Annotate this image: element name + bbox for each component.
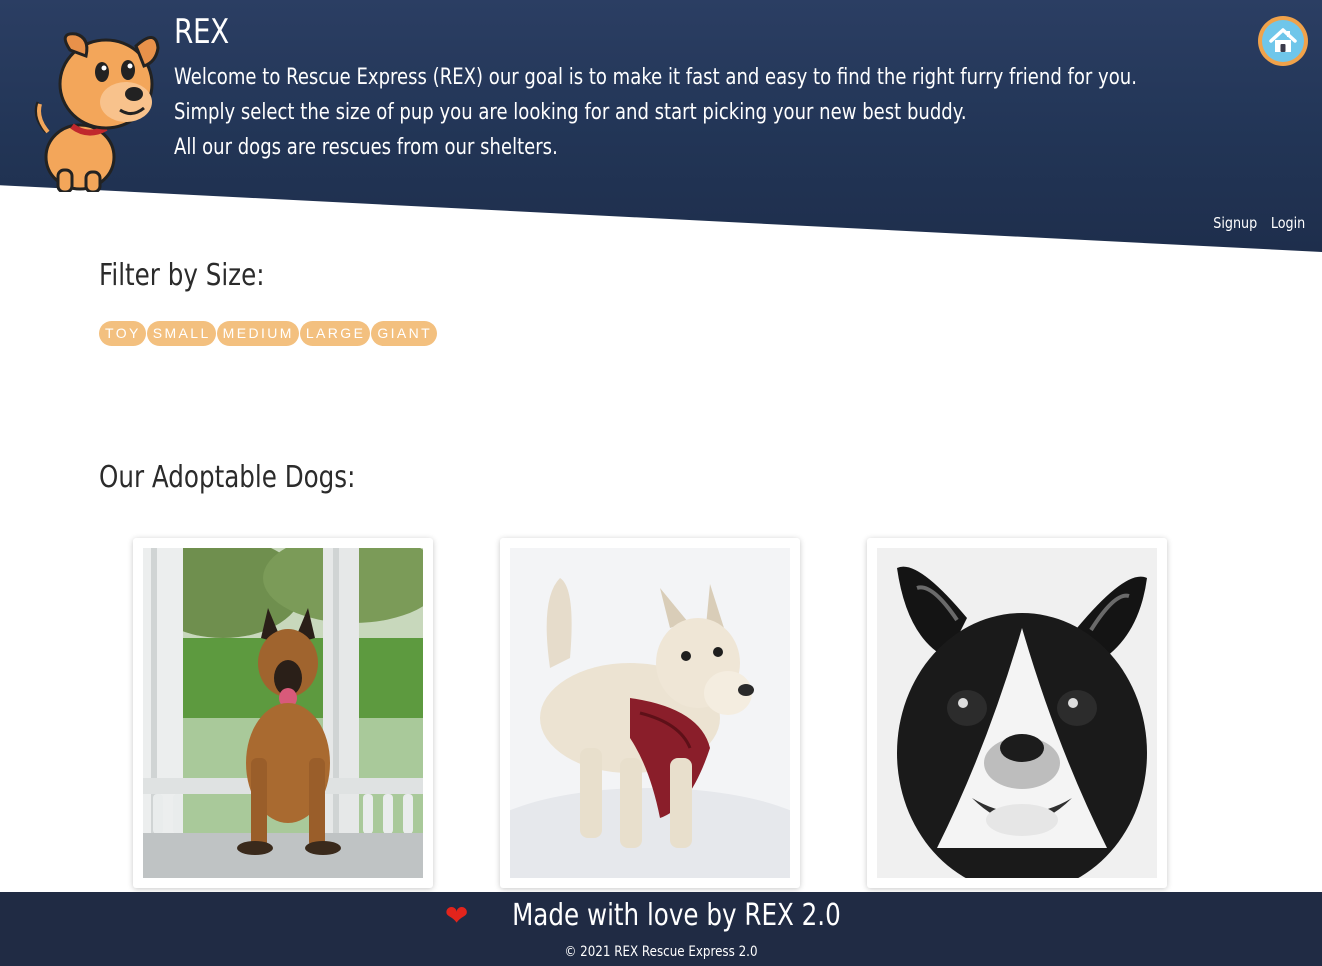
boston-terrier-photo	[877, 548, 1157, 878]
dog-card[interactable]	[500, 538, 800, 888]
intro-text: Welcome to Rescue Express (REX) our goal…	[174, 60, 1199, 165]
dog-card[interactable]	[867, 538, 1167, 888]
copyright-text: © 2021 REX Rescue Express 2.0	[564, 944, 758, 960]
intro-line: All our dogs are rescues from our shelte…	[174, 135, 558, 160]
dog-card-list	[0, 538, 1322, 898]
dog-card[interactable]	[133, 538, 433, 888]
login-link[interactable]: Login	[1271, 214, 1305, 232]
filter-chip-large[interactable]: LARGE	[299, 321, 371, 346]
signup-link[interactable]: Signup	[1213, 214, 1257, 232]
filter-title: Filter by Size:	[99, 258, 265, 293]
filter-chip-small[interactable]: SMALL	[146, 321, 216, 346]
size-filter: TOY SMALL MEDIUM LARGE GIANT	[99, 321, 438, 346]
cartoon-dog-icon	[28, 22, 168, 194]
footer-tagline: ❤ Made with love by REX 2.0	[0, 898, 1322, 933]
house-icon	[1262, 20, 1304, 62]
wheaten-scottish-terrier-photo	[510, 548, 790, 878]
page: REX Welcome to Rescue Express (REX) our …	[0, 0, 1322, 966]
belgian-malinois-photo	[143, 548, 423, 878]
home-button[interactable]	[1258, 16, 1308, 66]
footer: ❤ Made with love by REX 2.0 © 2021 REX R…	[0, 892, 1322, 966]
filter-chip-toy[interactable]: TOY	[99, 321, 146, 346]
intro-line: Welcome to Rescue Express (REX) our goal…	[174, 65, 1137, 90]
brand-title: REX	[174, 12, 229, 52]
filter-chip-medium[interactable]: MEDIUM	[216, 321, 299, 346]
footer-tagline-text: Made with love by REX 2.0	[512, 898, 842, 933]
filter-chip-giant[interactable]: GIANT	[371, 321, 438, 346]
intro-line: Simply select the size of pup you are lo…	[174, 100, 967, 125]
dogs-title: Our Adoptable Dogs:	[99, 460, 356, 495]
auth-nav: Signup Login	[1213, 214, 1305, 232]
heart-icon: ❤	[444, 898, 469, 932]
